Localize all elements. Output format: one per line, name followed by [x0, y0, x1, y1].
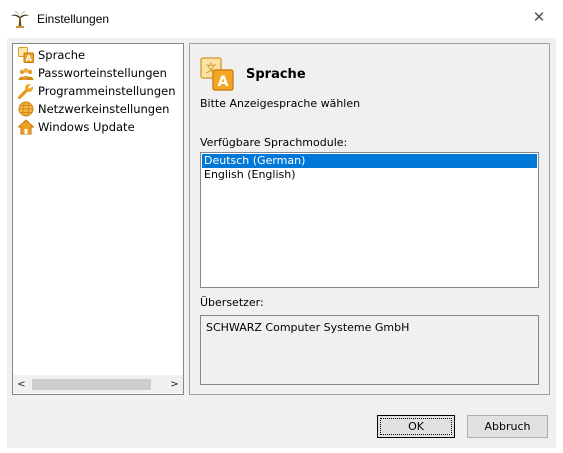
scroll-right-button[interactable]: > — [166, 376, 183, 393]
language-icon: A — [18, 47, 34, 63]
page-title: Sprache — [246, 67, 306, 82]
translator-label: Übersetzer: — [200, 296, 264, 309]
palm-tree-icon — [11, 11, 29, 28]
chevron-left-icon: < — [17, 379, 26, 390]
tree-item-passworteinstellungen[interactable]: Passworteinstellungen — [18, 64, 167, 82]
cancel-button-label: Abbruch — [484, 420, 531, 433]
wrench-icon — [18, 83, 34, 99]
list-item[interactable]: English (English) — [202, 168, 537, 182]
tree-item-label: Netzwerkeinstellungen — [38, 102, 170, 116]
svg-text:A: A — [26, 54, 33, 63]
svg-text:A: A — [218, 74, 229, 90]
language-module-list[interactable]: Deutsch (German) English (English) — [200, 152, 539, 288]
tree-horizontal-scrollbar[interactable]: < > — [13, 375, 183, 393]
users-icon — [18, 68, 34, 80]
settings-tree[interactable]: A Sprache Passworteinstellungen Programm… — [12, 43, 184, 395]
title-bar: Einstellungen ✕ — [0, 0, 563, 38]
house-icon — [18, 119, 34, 135]
focus-rectangle — [380, 418, 452, 435]
cancel-button[interactable]: Abbruch — [467, 415, 548, 438]
tree-item-sprache[interactable]: A Sprache — [18, 46, 85, 64]
language-icon: 文 A — [200, 57, 234, 91]
close-icon: ✕ — [532, 8, 546, 26]
close-button[interactable]: ✕ — [522, 4, 556, 30]
modules-label: Verfügbare Sprachmodule: — [200, 136, 348, 149]
scrollbar-thumb[interactable] — [32, 379, 151, 390]
page-subtitle: Bitte Anzeigesprache wählen — [200, 97, 361, 110]
chevron-right-icon: > — [170, 379, 179, 390]
tree-item-windows-update[interactable]: Windows Update — [18, 118, 135, 136]
globe-icon — [18, 101, 34, 117]
tree-item-programmeinstellungen[interactable]: Programmeinstellungen — [18, 82, 176, 100]
list-item[interactable]: Deutsch (German) — [202, 154, 537, 168]
window-title: Einstellungen — [37, 12, 110, 26]
tree-item-label: Sprache — [38, 48, 86, 62]
translator-box: SCHWARZ Computer Systeme GmbH — [200, 315, 539, 385]
scroll-left-button[interactable]: < — [13, 376, 30, 393]
tree-item-netzwerkeinstellungen[interactable]: Netzwerkeinstellungen — [18, 100, 169, 118]
ok-button[interactable]: OK — [377, 415, 455, 438]
tree-item-label: Passworteinstellungen — [38, 66, 167, 80]
tree-item-label: Programmeinstellungen — [38, 84, 176, 98]
translator-value: SCHWARZ Computer Systeme GmbH — [206, 321, 410, 334]
tree-item-label: Windows Update — [38, 120, 135, 134]
